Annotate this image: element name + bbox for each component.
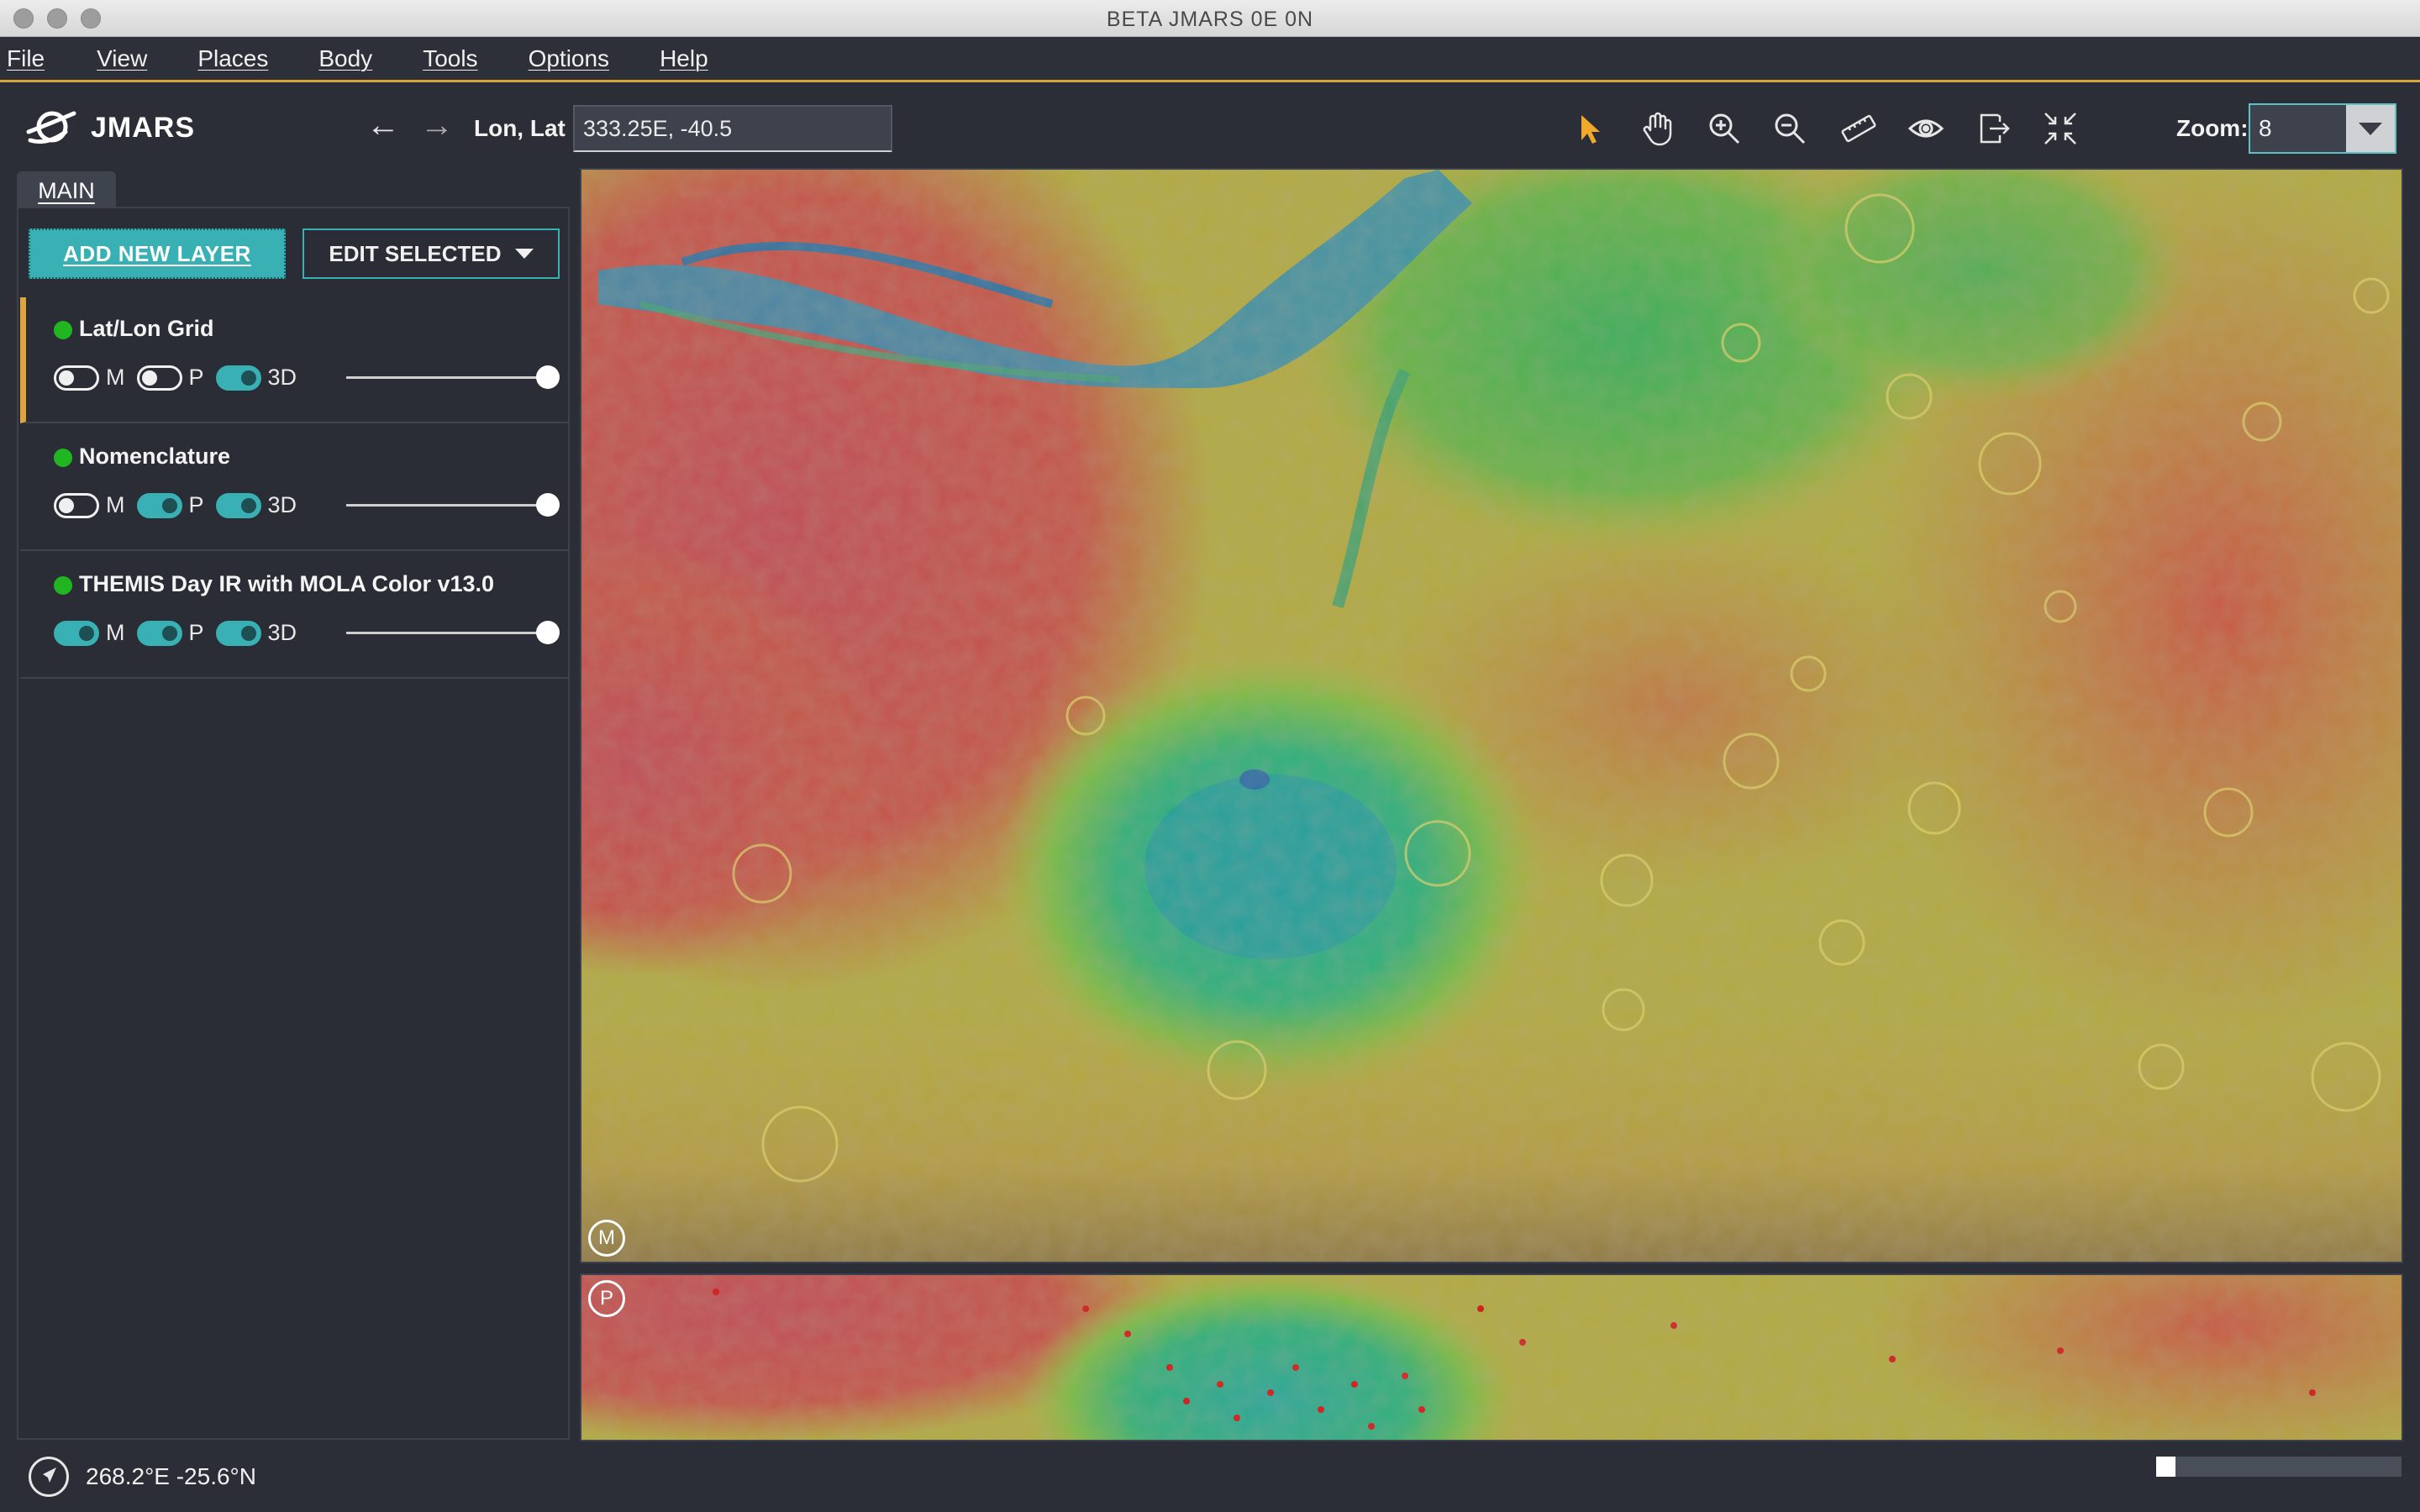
pointer-icon	[1581, 115, 1600, 144]
toggle-label-3d: 3D	[267, 620, 297, 645]
main-view-toggle[interactable]	[54, 365, 99, 391]
resize-icon	[2044, 113, 2076, 144]
jmars-logo-icon	[26, 111, 76, 144]
zoom-value[interactable]: 8	[2250, 105, 2346, 152]
toolbar: JMARS ← → Lon, Lat 333.25E, -40.5 Zoom: …	[0, 85, 2420, 167]
forward-arrow-icon[interactable]: →	[420, 108, 454, 144]
panner-view-badge: P	[588, 1280, 625, 1317]
layer-name: Lat/Lon Grid	[79, 316, 214, 341]
zoom-dropdown-button[interactable]	[2346, 105, 2395, 152]
progress-fill	[2156, 1457, 2176, 1477]
layer-name: Nomenclature	[79, 444, 231, 469]
toggle-label-m: M	[106, 492, 125, 517]
tab-main[interactable]: MAIN	[17, 171, 116, 208]
edit-selected-button[interactable]: EDIT SELECTED	[302, 228, 560, 279]
panner-view-toggle[interactable]	[136, 365, 182, 391]
chevron-down-icon	[514, 249, 534, 259]
pan-tool-button[interactable]	[1634, 105, 1681, 152]
menu-options[interactable]: Options	[529, 45, 610, 72]
layer-toggles: M P 3D	[54, 620, 308, 646]
export-icon	[1980, 113, 2010, 144]
hand-pan-icon	[1643, 112, 1672, 146]
back-arrow-icon[interactable]: ←	[366, 108, 400, 144]
toggle-label-3d: 3D	[267, 492, 297, 517]
status-dot-icon	[54, 576, 72, 595]
main-map-view[interactable]: M	[580, 168, 2403, 1263]
opacity-slider[interactable]	[346, 621, 560, 644]
menu-bar: File View Places Body Tools Options Help	[0, 37, 2420, 82]
measure-button[interactable]	[1835, 105, 1882, 152]
status-dot-icon	[54, 321, 72, 339]
zoom-out-button[interactable]	[1766, 105, 1813, 152]
progress-bar	[2156, 1457, 2402, 1477]
menu-places[interactable]: Places	[197, 45, 268, 72]
cursor-coordinates: 268.2°E -25.6°N	[86, 1463, 256, 1489]
menu-file[interactable]: File	[7, 45, 45, 72]
zoom-label: Zoom:	[2176, 115, 2249, 141]
panner-terrain-map	[581, 1275, 2402, 1440]
zoom-select[interactable]: 8	[2249, 103, 2396, 154]
status-bar: 268.2°E -25.6°N	[0, 1443, 2420, 1512]
layer-row-latlon-grid[interactable]: Lat/Lon Grid M P 3D	[20, 297, 570, 423]
layer-toggles: M P 3D	[54, 365, 308, 391]
menu-tools[interactable]: Tools	[423, 45, 477, 72]
layer-toggles: M P 3D	[54, 492, 308, 518]
3d-view-toggle[interactable]	[215, 492, 261, 518]
chevron-down-icon	[2359, 122, 2382, 135]
panner-view-toggle[interactable]	[136, 492, 182, 518]
main-view-toggle[interactable]	[54, 492, 99, 518]
panner-map-view[interactable]: P	[580, 1273, 2403, 1441]
slider-thumb[interactable]	[536, 365, 560, 389]
app-name: JMARS	[91, 112, 196, 144]
layer-row-nomenclature[interactable]: Nomenclature M P 3D	[20, 425, 570, 551]
toggle-label-p: P	[188, 365, 204, 390]
3d-view-toggle[interactable]	[215, 620, 261, 646]
add-new-layer-button[interactable]: ADD NEW LAYER	[29, 228, 286, 279]
zoom-in-button[interactable]	[1701, 105, 1748, 152]
3d-view-toggle[interactable]	[215, 365, 261, 391]
toggle-label-m: M	[106, 365, 125, 390]
menu-view[interactable]: View	[97, 45, 147, 72]
eye-icon	[1907, 119, 1944, 138]
opacity-slider[interactable]	[346, 493, 560, 517]
lon-lat-input[interactable]	[573, 105, 892, 152]
mars-terrain-map	[581, 170, 2402, 1262]
edit-selected-label: EDIT SELECTED	[329, 240, 502, 266]
export-button[interactable]	[1970, 105, 2017, 152]
layer-row-themis[interactable]: THEMIS Day IR with MOLA Color v13.0 M P …	[20, 553, 570, 679]
toggle-label-m: M	[106, 620, 125, 645]
panner-view-toggle[interactable]	[136, 620, 182, 646]
main-view-toggle[interactable]	[54, 620, 99, 646]
resize-button[interactable]	[2037, 105, 2084, 152]
toggle-label-p: P	[188, 492, 204, 517]
location-arrow-icon[interactable]	[29, 1457, 69, 1497]
status-dot-icon	[54, 449, 72, 467]
toggle-label-p: P	[188, 620, 204, 645]
slider-thumb[interactable]	[536, 621, 560, 644]
view-button[interactable]	[1902, 105, 1949, 152]
layer-name: THEMIS Day IR with MOLA Color v13.0	[79, 571, 495, 596]
window-title: BETA JMARS 0E 0N	[1106, 8, 1314, 31]
slider-thumb[interactable]	[536, 493, 560, 517]
pointer-tool-button[interactable]	[1566, 105, 1613, 152]
opacity-slider[interactable]	[346, 365, 560, 389]
main-view-badge: M	[588, 1220, 625, 1257]
title-bar: BETA JMARS 0E 0N	[0, 0, 2420, 37]
coord-label: Lon, Lat	[474, 115, 566, 141]
ruler-icon	[1841, 114, 1876, 143]
zoom-out-icon	[1775, 113, 1806, 144]
menu-help[interactable]: Help	[660, 45, 708, 72]
menu-body[interactable]: Body	[318, 45, 372, 72]
toggle-label-3d: 3D	[267, 365, 297, 390]
zoom-in-icon	[1709, 113, 1740, 144]
